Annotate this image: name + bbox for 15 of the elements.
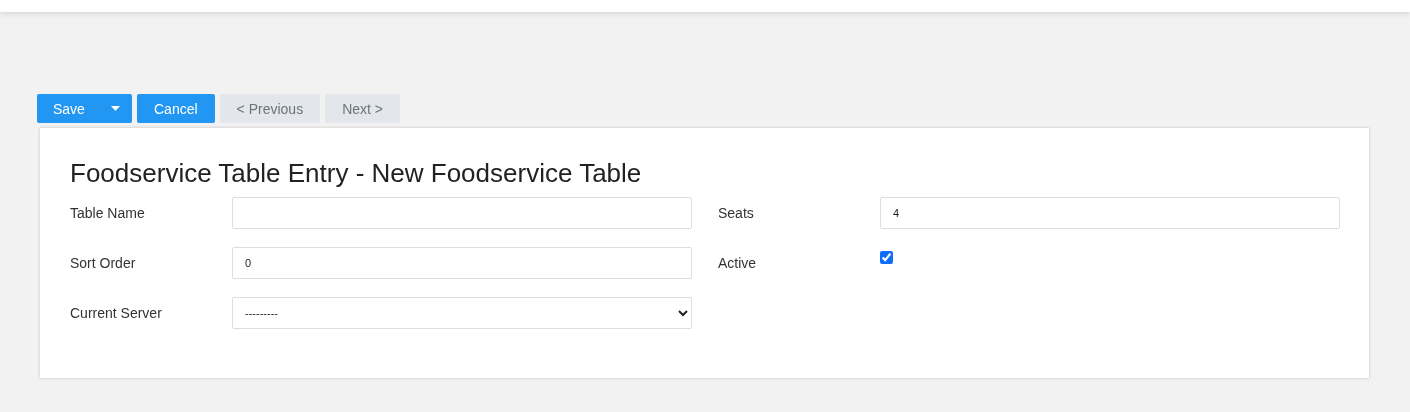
field-label: Sort Order xyxy=(70,255,137,271)
field-label: Table Name xyxy=(70,205,146,221)
input-field[interactable]: 4 xyxy=(880,197,1340,229)
form-title: Foodservice Table Entry - New Foodservice Table xyxy=(70,158,643,189)
caret-icon xyxy=(111,106,120,111)
field-label: Current Server xyxy=(70,305,163,321)
input-field[interactable]: 0 xyxy=(232,247,692,279)
field-label: Active xyxy=(718,255,758,271)
toolbar-button[interactable]: Cancel xyxy=(137,94,215,123)
input-field[interactable] xyxy=(232,197,692,229)
field-label: Seats xyxy=(718,205,755,221)
dropdown-field[interactable]: --------- xyxy=(232,297,692,329)
dropdown-toggle[interactable] xyxy=(103,94,132,123)
save-button[interactable]: Save xyxy=(37,94,103,123)
checkbox[interactable] xyxy=(880,251,893,264)
